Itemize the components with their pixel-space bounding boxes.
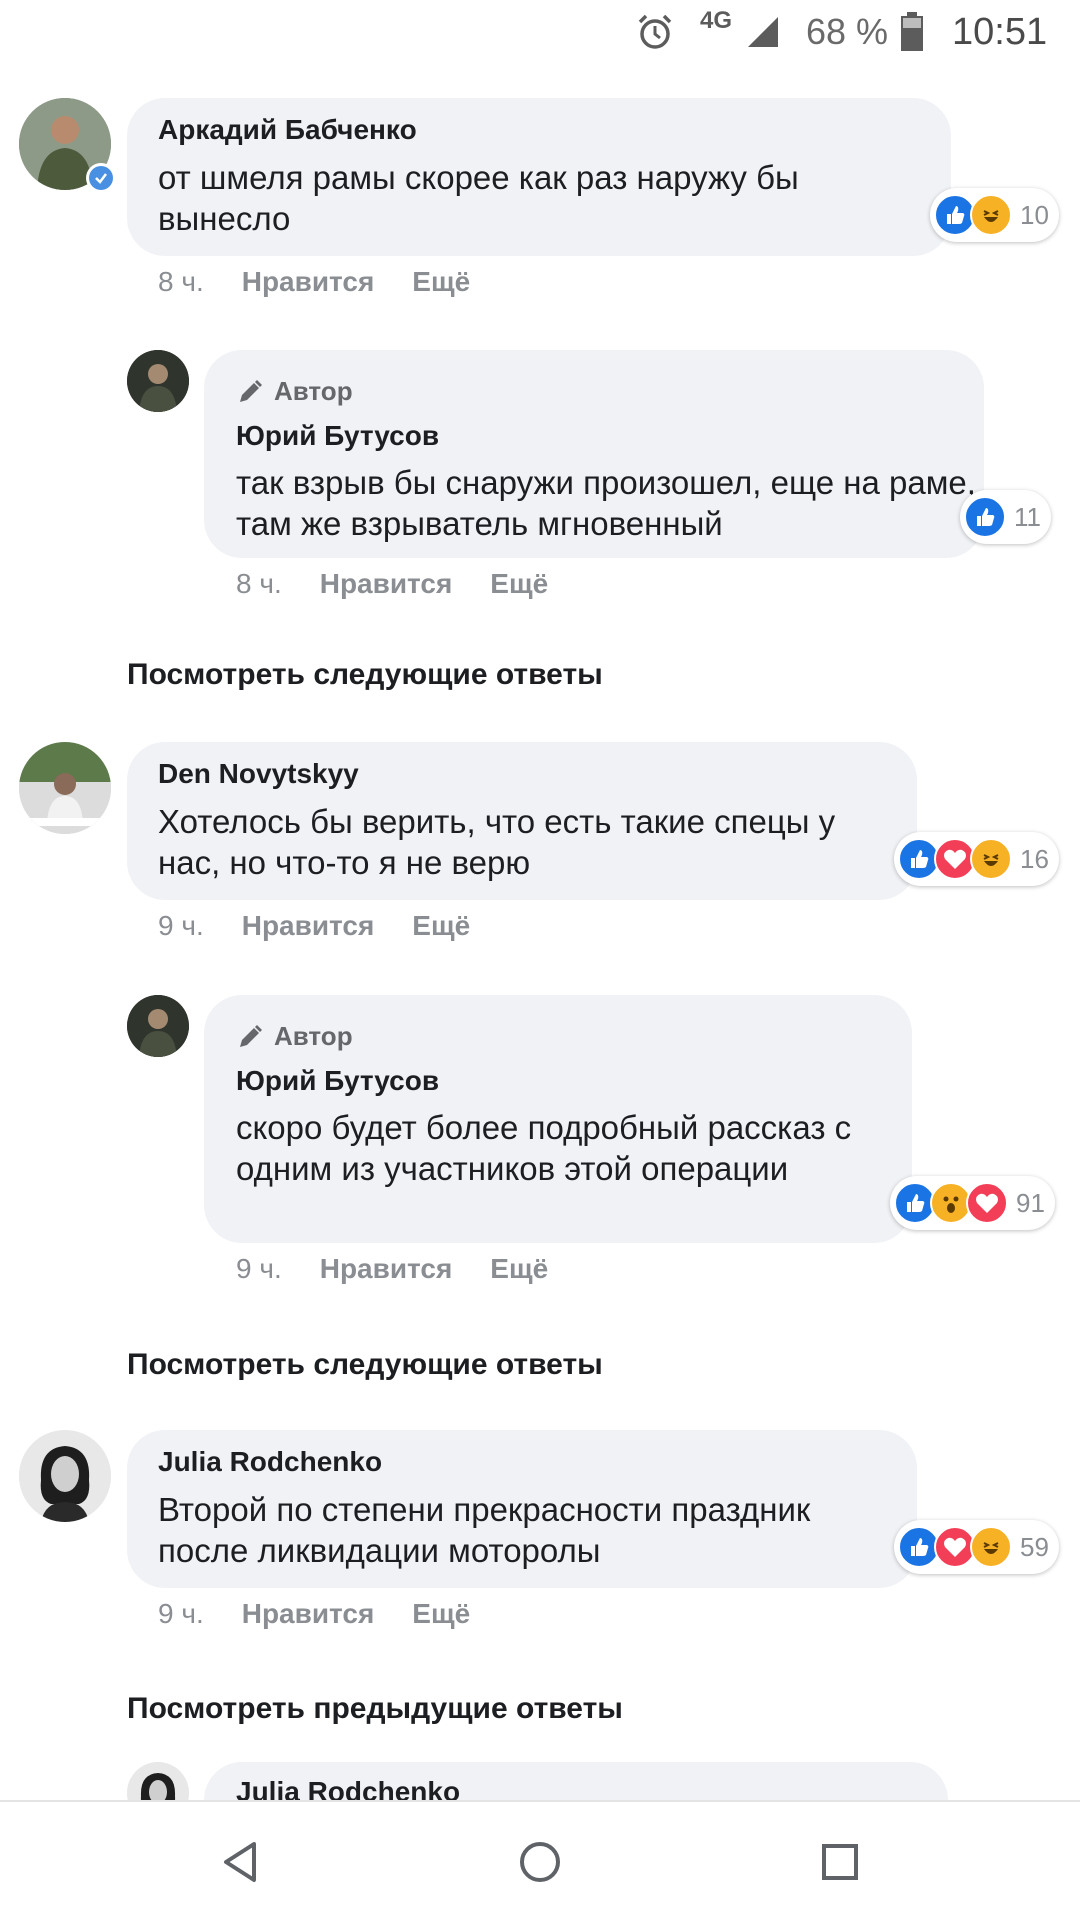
author-badge: Автор <box>236 376 353 407</box>
reaction-count: 59 <box>1020 1531 1049 1562</box>
comment-meta: 9 ч. Нравится Ещё <box>236 1253 548 1285</box>
like-reaction-icon <box>964 496 1006 538</box>
status-bar: 4G 68 % 10:51 <box>0 0 1080 64</box>
reaction-count: 91 <box>1016 1187 1045 1218</box>
comment-author[interactable]: Den Novytskyy <box>158 758 359 790</box>
author-badge: Автор <box>236 1021 353 1052</box>
comment-time[interactable]: 9 ч. <box>236 1253 282 1285</box>
comment-time[interactable]: 8 ч. <box>158 266 204 298</box>
verified-badge-icon <box>86 163 116 193</box>
comment-meta: 8 ч. Нравится Ещё <box>236 568 548 600</box>
comment-meta: 9 ч. Нравится Ещё <box>158 1598 470 1630</box>
love-reaction-icon <box>966 1182 1008 1224</box>
haha-reaction-icon <box>970 1526 1012 1568</box>
battery-percent: 68 % <box>806 11 889 52</box>
comment-author[interactable]: Юрий Бутусов <box>236 1065 439 1097</box>
view-more-replies-link[interactable]: Посмотреть следующие ответы <box>127 658 603 692</box>
network-type: 4G <box>700 7 733 34</box>
reaction-count: 16 <box>1020 843 1049 874</box>
view-more-replies-link[interactable]: Посмотреть следующие ответы <box>127 1348 603 1382</box>
view-previous-replies-link[interactable]: Посмотреть предыдущие ответы <box>127 1692 623 1726</box>
more-button[interactable]: Ещё <box>490 1253 548 1285</box>
avatar[interactable] <box>127 350 189 412</box>
author-badge-label: Автор <box>274 1021 353 1051</box>
reactions-summary[interactable]: 16 <box>894 832 1059 886</box>
comment-text: Второй по степени прекрасности праздник … <box>158 1491 811 1569</box>
reactions-summary[interactable]: 10 <box>930 188 1059 242</box>
more-button[interactable]: Ещё <box>490 568 548 600</box>
pen-icon <box>240 1024 262 1047</box>
like-button[interactable]: Нравится <box>242 1598 375 1630</box>
comment-author[interactable]: Julia Rodchenko <box>158 1446 382 1478</box>
haha-reaction-icon <box>970 194 1012 236</box>
signal-icon <box>746 8 782 56</box>
like-button[interactable]: Нравится <box>242 910 375 942</box>
more-button[interactable]: Ещё <box>412 266 470 298</box>
avatar[interactable] <box>19 1430 111 1522</box>
more-button[interactable]: Ещё <box>412 910 470 942</box>
reactions-summary[interactable]: 59 <box>894 1520 1059 1574</box>
battery-icon <box>900 8 924 56</box>
pen-icon <box>240 379 262 402</box>
back-icon[interactable] <box>208 1830 272 1894</box>
more-button[interactable]: Ещё <box>412 1598 470 1630</box>
comment-time[interactable]: 9 ч. <box>158 1598 204 1630</box>
navigation-bar <box>0 1800 1080 1922</box>
reactions-summary[interactable]: 11 <box>960 490 1051 544</box>
reaction-count: 10 <box>1020 199 1049 230</box>
author-badge-label: Автор <box>274 376 353 406</box>
reactions-summary[interactable]: 91 <box>890 1176 1055 1230</box>
recents-icon[interactable] <box>808 1830 872 1894</box>
comment-text: Хотелось бы верить, что есть такие спецы… <box>158 803 836 881</box>
clock: 10:51 <box>952 10 1048 53</box>
comment-time[interactable]: 9 ч. <box>158 910 204 942</box>
comment-text: скоро будет более подробный рассказ с од… <box>236 1109 852 1187</box>
reaction-count: 11 <box>1014 501 1041 532</box>
like-button[interactable]: Нравится <box>320 568 453 600</box>
comment-text: так взрыв бы снаружи произошел, еще на р… <box>236 464 976 542</box>
comment-meta: 9 ч. Нравится Ещё <box>158 910 470 942</box>
comment-meta: 8 ч. Нравится Ещё <box>158 266 470 298</box>
avatar[interactable] <box>127 995 189 1057</box>
alarm-icon <box>636 8 676 56</box>
avatar[interactable] <box>19 742 111 834</box>
comment-text: от шмеля рамы скорее как раз наружу бы в… <box>158 159 799 237</box>
haha-reaction-icon <box>970 838 1012 880</box>
home-icon[interactable] <box>508 1830 572 1894</box>
like-button[interactable]: Нравится <box>242 266 375 298</box>
like-button[interactable]: Нравится <box>320 1253 453 1285</box>
comment-time[interactable]: 8 ч. <box>236 568 282 600</box>
comment-author[interactable]: Юрий Бутусов <box>236 420 439 452</box>
comment-author[interactable]: Аркадий Бабченко <box>158 114 417 146</box>
